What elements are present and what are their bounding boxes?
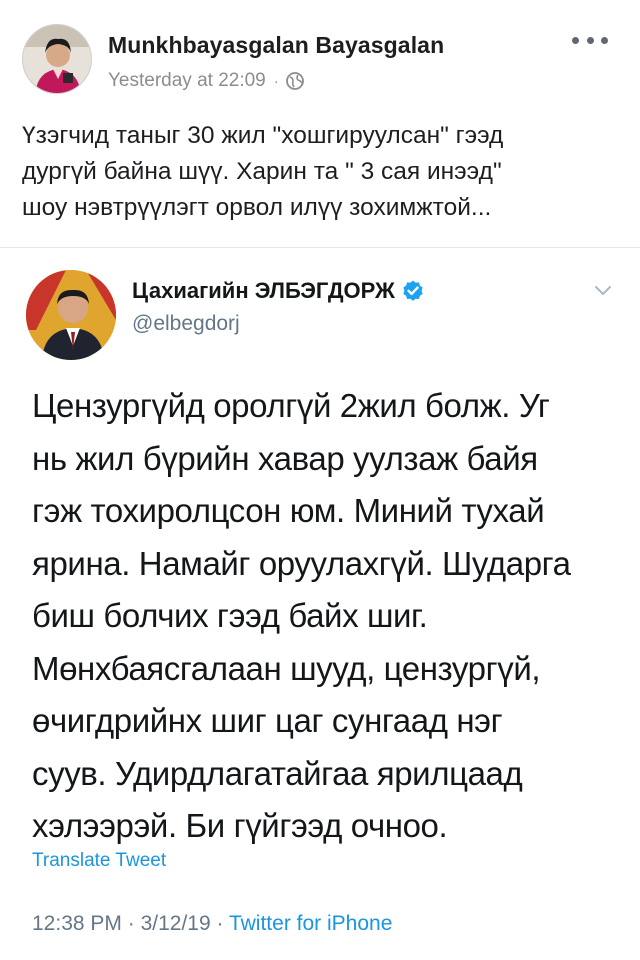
more-options-icon[interactable] [572, 28, 608, 52]
tweet-text-line: суув. Удирдлагатайгаа ярилцаад [32, 754, 523, 792]
verified-badge-icon [401, 279, 425, 303]
post-header: Munkhbayasgalan Bayasgalan Yesterday at … [22, 18, 622, 98]
post-text: Үзэгчид таныг 30 жил "хошгируулсан" гээд… [22, 118, 622, 226]
tweet-text-line: биш болчих гээд байх шиг. [32, 597, 428, 634]
author-photo-icon [23, 25, 91, 93]
author-avatar[interactable] [22, 24, 92, 94]
tweet-handle[interactable]: @elbegdorj [132, 312, 240, 336]
chevron-down-icon[interactable] [594, 284, 612, 298]
translate-tweet-link[interactable]: Translate Tweet [32, 850, 166, 872]
tweet-text: Цензургүйд оролгүй 2жил болж. Уг нь жил … [32, 380, 612, 853]
tweet-text-line: Цензургүйд оролгүй 2жил болж. Уг [32, 387, 550, 424]
post-meta: Yesterday at 22:09 · [108, 70, 304, 92]
author-name[interactable]: Munkhbayasgalan Bayasgalan [108, 32, 444, 59]
tweet-text-line: ярина. Намайг оруулахгүй. Шударга [32, 544, 571, 582]
tweet-author-photo-icon [26, 270, 116, 360]
tweet-text-line: нь жил бүрийн хавар уулзаж байя [32, 439, 538, 477]
tweet-date[interactable]: 3/12/19 [141, 912, 211, 935]
tweet-text-line: хэлээрэй. Би гүйгээд очноо. [32, 807, 448, 844]
tweet-footer: 12:38 PM · 3/12/19 · Twitter for iPhone [32, 912, 392, 936]
tweet-display-name-text: Цахиагийн ЭЛБЭГДОРЖ [132, 278, 395, 303]
meta-separator: · [273, 72, 279, 90]
footer-separator: · [127, 912, 135, 935]
tweet-text-line: өчигдрийнх шиг цаг сунгаад нэг [32, 702, 503, 739]
tweet-author-avatar[interactable] [26, 270, 116, 360]
post-timestamp[interactable]: Yesterday at 22:09 [108, 70, 266, 92]
globe-icon[interactable] [285, 72, 304, 90]
tweet-time[interactable]: 12:38 PM [32, 912, 122, 935]
tweet-text-line: Мөнхбаясгалаан шууд, цензургүй, [32, 649, 541, 687]
post-text-line: дургүй байна шүү. Харин та " 3 сая инээд… [22, 158, 502, 185]
tweet-display-name[interactable]: Цахиагийн ЭЛБЭГДОРЖ [132, 278, 425, 304]
facebook-post: Munkhbayasgalan Bayasgalan Yesterday at … [0, 0, 640, 248]
post-text-line: Үзэгчид таныг 30 жил "хошгируулсан" гээд [22, 122, 504, 149]
tweet-text-line: гэж тохиролцсон юм. Миний тухай [32, 492, 545, 529]
embedded-tweet: Цахиагийн ЭЛБЭГДОРЖ @elbegdorj Цензургүй… [0, 248, 640, 960]
footer-separator: · [216, 912, 224, 935]
post-text-line: шоу нэвтрүүлэгт орвол илүү зохимжтой... [22, 194, 492, 221]
tweet-source-link[interactable]: Twitter for iPhone [229, 912, 392, 935]
